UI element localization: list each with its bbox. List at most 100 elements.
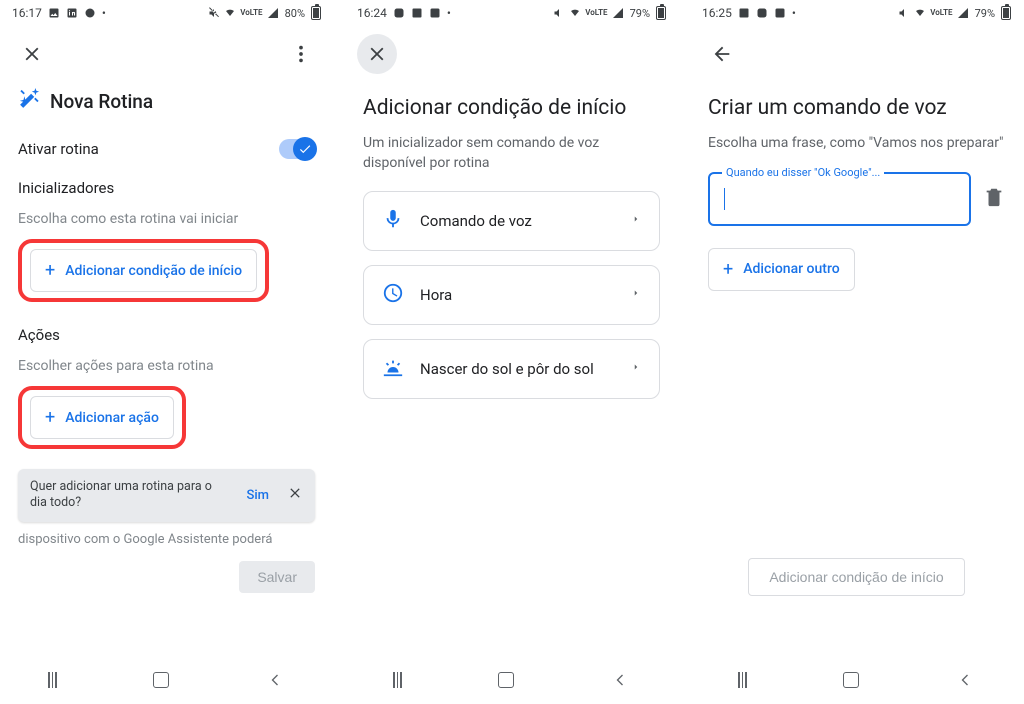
highlight-add-start: + Adicionar condição de início xyxy=(18,239,269,302)
home-icon[interactable] xyxy=(498,672,514,688)
page-title-text: Nova Rotina xyxy=(50,90,153,113)
home-icon[interactable] xyxy=(843,672,859,688)
chevron-right-icon xyxy=(631,285,641,305)
clock-icon xyxy=(382,282,404,308)
snackbar-close-icon[interactable] xyxy=(287,485,303,505)
snackbar-yes-button[interactable]: Sim xyxy=(238,484,277,507)
snackbar: Quer adicionar uma rotina para o dia tod… xyxy=(18,469,315,522)
recents-icon[interactable] xyxy=(48,672,57,688)
delete-icon[interactable] xyxy=(983,186,1005,212)
add-start-condition-label: Adicionar condição de início xyxy=(65,263,242,279)
activate-switch[interactable] xyxy=(279,139,315,159)
back-icon[interactable] xyxy=(610,670,630,690)
signal-icon xyxy=(267,7,279,19)
instagram-icon xyxy=(393,7,405,19)
field-floating-label: Quando eu disser "Ok Google"... xyxy=(722,166,884,179)
initializers-heading: Inicializadores xyxy=(18,179,315,197)
mute-icon xyxy=(553,7,565,19)
appbar xyxy=(345,26,678,82)
activate-routine-row[interactable]: Ativar rotina xyxy=(18,133,315,173)
add-start-condition-footer-button[interactable]: Adicionar condição de início xyxy=(748,558,964,596)
option-sun[interactable]: Nascer do sol e pôr do sol xyxy=(363,339,660,399)
more-icon: • xyxy=(792,6,796,20)
battery-percent: 80% xyxy=(285,7,305,20)
close-icon[interactable] xyxy=(12,34,52,74)
status-time: 16:17 xyxy=(12,6,42,20)
battery-icon xyxy=(311,6,321,20)
plus-icon: + xyxy=(45,260,55,281)
home-icon[interactable] xyxy=(153,672,169,688)
mute-icon xyxy=(208,7,220,19)
status-time: 16:25 xyxy=(702,6,732,20)
wifi-icon xyxy=(569,7,581,19)
overflow-menu-icon[interactable] xyxy=(281,34,321,74)
add-another-label: Adicionar outro xyxy=(743,261,839,277)
appbar xyxy=(0,26,333,82)
snackbar-message: Quer adicionar uma rotina para o dia tod… xyxy=(30,479,228,512)
activate-routine-label: Ativar rotina xyxy=(18,140,99,158)
recents-icon[interactable] xyxy=(393,672,402,688)
phone-screen-1: 16:17 • VoLTE 80% Nova Rotina xyxy=(0,0,333,704)
add-action-button[interactable]: + Adicionar ação xyxy=(30,396,174,439)
system-navbar xyxy=(690,656,1023,704)
wifi-icon xyxy=(224,7,236,19)
save-button[interactable]: Salvar xyxy=(239,561,315,593)
signal-icon xyxy=(612,7,624,19)
initializers-hint: Escolha como esta rotina vai iniciar xyxy=(18,211,315,227)
more-icon: • xyxy=(447,6,451,20)
chevron-right-icon xyxy=(631,359,641,379)
chevron-right-icon xyxy=(631,211,641,231)
back-arrow-icon[interactable] xyxy=(702,34,742,74)
voice-phrase-input[interactable]: Quando eu disser "Ok Google"... xyxy=(708,172,971,226)
plus-icon: + xyxy=(723,259,733,280)
image-icon xyxy=(738,7,750,19)
back-icon[interactable] xyxy=(265,670,285,690)
phone-screen-2: 16:24 • VoLTE 79% Adicionar condição de … xyxy=(345,0,678,704)
add-action-label: Adicionar ação xyxy=(65,410,159,426)
text-cursor xyxy=(724,188,725,210)
battery-icon xyxy=(1001,6,1011,20)
obscured-text: dispositivo com o Google Assistente pode… xyxy=(18,532,315,547)
image-icon xyxy=(48,7,60,19)
system-navbar xyxy=(345,656,678,704)
battery-icon xyxy=(656,6,666,20)
volte-icon: VoLTE xyxy=(240,9,262,17)
linkedin-icon xyxy=(774,7,786,19)
linkedin-icon xyxy=(429,7,441,19)
add-start-condition-button[interactable]: + Adicionar condição de início xyxy=(30,249,257,292)
highlight-add-action: + Adicionar ação xyxy=(18,386,186,449)
instagram-icon xyxy=(756,7,768,19)
statusbar: 16:24 • VoLTE 79% xyxy=(345,0,678,26)
statusbar: 16:17 • VoLTE 80% xyxy=(0,0,333,26)
page-subtitle: Um inicializador sem comando de voz disp… xyxy=(363,134,660,173)
volte-icon: VoLTE xyxy=(585,9,607,17)
plus-icon: + xyxy=(45,407,55,428)
close-icon[interactable] xyxy=(357,34,397,74)
battery-percent: 79% xyxy=(630,7,650,20)
page-title: Nova Rotina xyxy=(18,88,315,115)
phone-screen-3: 16:25 • VoLTE 79% Criar um comando de vo… xyxy=(690,0,1023,704)
appbar xyxy=(690,26,1023,82)
mute-icon xyxy=(898,7,910,19)
status-time: 16:24 xyxy=(357,6,387,20)
wifi-icon xyxy=(914,7,926,19)
battery-percent: 79% xyxy=(975,7,995,20)
option-time[interactable]: Hora xyxy=(363,265,660,325)
page-heading: Adicionar condição de início xyxy=(363,96,660,120)
back-icon[interactable] xyxy=(955,670,975,690)
add-another-button[interactable]: + Adicionar outro xyxy=(708,248,855,291)
sunrise-icon xyxy=(382,356,404,382)
linkedin-icon xyxy=(66,7,78,19)
statusbar: 16:25 • VoLTE 79% xyxy=(690,0,1023,26)
actions-hint: Escolher ações para esta rotina xyxy=(18,358,315,374)
signal-icon xyxy=(957,7,969,19)
option-voice-command[interactable]: Comando de voz xyxy=(363,191,660,251)
actions-heading: Ações xyxy=(18,326,315,344)
volte-icon: VoLTE xyxy=(930,9,952,17)
recents-icon[interactable] xyxy=(738,672,747,688)
page-subtitle: Escolha uma frase, como "Vamos nos prepa… xyxy=(708,134,1005,154)
option-label: Comando de voz xyxy=(420,212,532,230)
more-icon: • xyxy=(102,6,106,20)
pinterest-icon xyxy=(84,7,96,19)
system-navbar xyxy=(0,656,333,704)
